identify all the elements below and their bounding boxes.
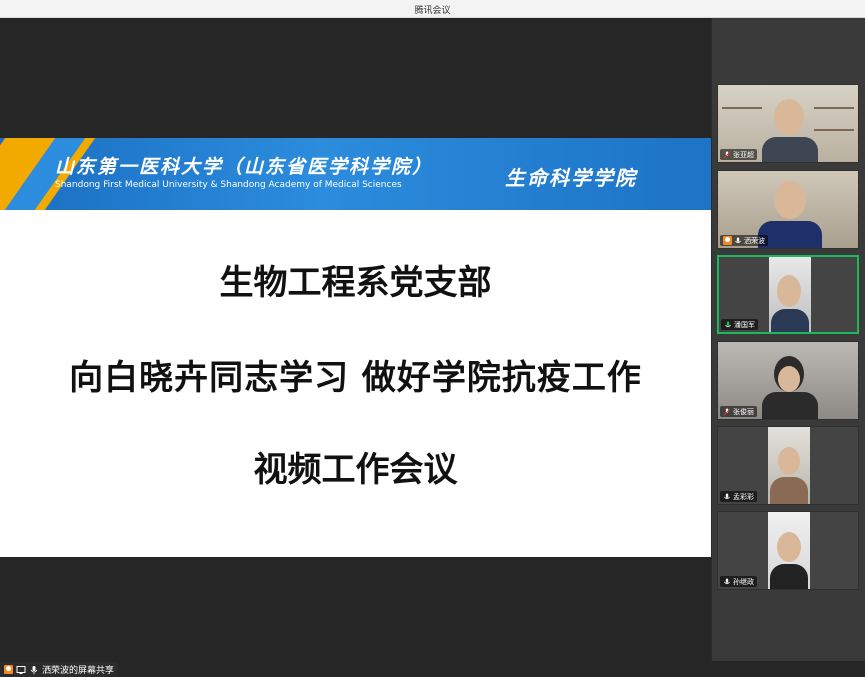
mic-muted-icon <box>723 151 731 158</box>
participant-name: 洒荣波 <box>744 236 765 245</box>
person-body <box>770 564 808 589</box>
slide-heading-1: 生物工程系党支部 <box>219 263 492 303</box>
person-body <box>762 137 818 162</box>
window-title: 腾讯会议 <box>414 6 451 16</box>
mic-icon <box>724 493 730 499</box>
mic-icon <box>30 665 38 674</box>
banner-school-name: 生命科学学院 <box>505 166 637 190</box>
participant-tile-active-speaker[interactable]: 潘国军 <box>717 255 859 334</box>
person-body <box>762 392 818 419</box>
screen-share-indicator[interactable]: 洒荣波的屏幕共享 <box>0 662 119 677</box>
banner-university-name: 山东第一医科大学（山东省医学科学院） <box>55 156 434 178</box>
participant-namebar: 张俊丽 <box>720 406 757 417</box>
university-banner: 山东第一医科大学（山东省医学科学院） Shandong First Medica… <box>0 138 711 210</box>
participant-namebar: 孙继政 <box>720 576 757 587</box>
person-head <box>777 275 801 307</box>
mic-active-icon <box>725 321 731 327</box>
person-body <box>770 477 808 504</box>
participant-name: 孙继政 <box>733 577 754 586</box>
mic-icon <box>735 237 741 243</box>
person-head <box>774 181 806 219</box>
host-avatar-icon <box>4 665 13 674</box>
person-body <box>771 309 809 332</box>
participant-tile[interactable]: 张亚超 <box>717 84 859 163</box>
shared-screen-stage: 山东第一医科大学（山东省医学科学院） Shandong First Medica… <box>0 18 711 677</box>
person-face <box>778 366 800 392</box>
mic-icon <box>724 578 730 584</box>
slide-heading-3: 视频工作会议 <box>253 450 458 490</box>
participant-name: 孟彩彩 <box>733 492 754 501</box>
person-head <box>777 532 801 562</box>
banner-university-english: Shandong First Medical University & Shan… <box>55 180 402 190</box>
person-head <box>774 99 804 135</box>
participant-tile[interactable]: 孟彩彩 <box>717 426 859 505</box>
bookshelf <box>722 107 762 109</box>
participant-tile[interactable]: 孙继政 <box>717 511 859 590</box>
bookshelf <box>814 129 854 131</box>
screen-share-icon <box>16 665 26 674</box>
participant-name: 张俊丽 <box>733 407 754 416</box>
presentation-slide: 山东第一医科大学（山东省医学科学院） Shandong First Medica… <box>0 138 711 557</box>
person-head <box>778 447 800 475</box>
slide-heading-2: 向白晓卉同志学习 做好学院抗疫工作 <box>69 358 642 398</box>
window-titlebar: 腾讯会议 <box>0 0 865 18</box>
participant-tile[interactable]: 张俊丽 <box>717 341 859 420</box>
participant-namebar: 洒荣波 <box>720 235 768 246</box>
host-badge-icon <box>723 236 732 245</box>
screen-share-label: 洒荣波的屏幕共享 <box>42 666 115 676</box>
participant-namebar: 潘国军 <box>721 319 758 330</box>
participant-namebar: 张亚超 <box>720 149 757 160</box>
participant-name: 潘国军 <box>734 320 755 329</box>
participant-namebar: 孟彩彩 <box>720 491 757 502</box>
participant-name: 张亚超 <box>733 150 754 159</box>
participant-tile[interactable]: 洒荣波 <box>717 170 859 249</box>
bookshelf <box>814 107 854 109</box>
mic-muted-icon <box>723 408 731 415</box>
participant-video-list[interactable]: 张亚超 洒荣波 潘国军 张俊丽 孟彩彩 孙继政 <box>711 18 865 661</box>
